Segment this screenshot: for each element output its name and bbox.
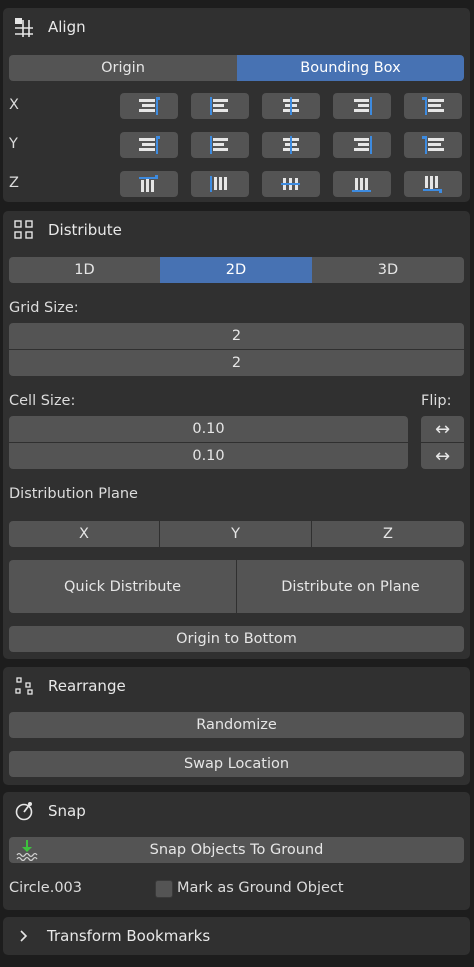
align-z-min-icon: [139, 175, 158, 192]
cell-size-x-field[interactable]: 0.10: [9, 416, 408, 442]
align-y-center-icon: [283, 136, 299, 154]
align-z-center-button[interactable]: [262, 171, 320, 197]
align-y-min-button[interactable]: [120, 132, 178, 158]
randomize-button[interactable]: Randomize: [9, 712, 464, 738]
chevron-right-icon: [13, 925, 35, 947]
align-y-min-icon: [139, 136, 160, 154]
grid-size-y-field[interactable]: 2: [9, 350, 464, 376]
align-x-right-icon: [354, 97, 372, 115]
tab-3d[interactable]: 3D: [312, 257, 464, 283]
transform-bookmarks-header[interactable]: Transform Bookmarks: [3, 917, 470, 955]
align-x-max-button[interactable]: [404, 93, 462, 119]
align-x-center-icon: [283, 97, 299, 115]
snap-panel-header[interactable]: Snap: [3, 792, 470, 830]
plane-y-button[interactable]: Y: [160, 521, 311, 547]
bounding-box-tab[interactable]: Bounding Box: [237, 55, 464, 81]
cell-size-y-field[interactable]: 0.10: [9, 443, 408, 469]
align-y-center-button[interactable]: [262, 132, 320, 158]
align-x-min-button[interactable]: [120, 93, 178, 119]
align-panel-header[interactable]: Align: [3, 8, 470, 46]
axis-label-x: X: [9, 97, 19, 113]
tab-2d[interactable]: 2D: [160, 257, 312, 283]
align-x-min-icon: [139, 97, 160, 115]
grid-size-label: Grid Size:: [9, 300, 79, 316]
axis-label-z: Z: [9, 175, 19, 191]
distribute-panel: Distribute 1D 2D 3D Grid Size: 2 2 Cell …: [3, 211, 470, 659]
snap-panel: Snap Snap Objects To Ground Circle.003 M…: [3, 792, 470, 910]
plane-z-button[interactable]: Z: [312, 521, 464, 547]
distribute-panel-header[interactable]: Distribute: [3, 211, 470, 249]
tab-1d[interactable]: 1D: [9, 257, 160, 283]
align-x-center-button[interactable]: [262, 93, 320, 119]
align-x-left-button[interactable]: [191, 93, 249, 119]
align-y-right-icon: [354, 136, 372, 154]
align-y-max-icon: [422, 136, 444, 154]
align-z-low-button[interactable]: [191, 171, 249, 197]
snap-objects-to-ground-label: Snap Objects To Ground: [149, 842, 324, 858]
flip-x-button[interactable]: ↔: [421, 416, 464, 442]
align-y-left-icon: [210, 136, 228, 154]
snap-magnet-icon: [13, 800, 35, 822]
align-x-max-icon: [422, 97, 444, 115]
mark-ground-label[interactable]: Mark as Ground Object: [177, 880, 344, 896]
flip-label: Flip:: [421, 393, 452, 409]
flip-y-button[interactable]: ↔: [421, 443, 464, 469]
align-y-max-button[interactable]: [404, 132, 462, 158]
align-y-right-button[interactable]: [333, 132, 391, 158]
align-panel: Align Origin Bounding Box X Y Z: [3, 8, 470, 202]
align-z-center-icon: [281, 178, 300, 190]
align-z-min-button[interactable]: [120, 171, 178, 197]
align-x-left-icon: [210, 97, 228, 115]
panel-title: Transform Bookmarks: [47, 927, 211, 945]
align-z-max-icon: [423, 176, 442, 193]
swap-location-button[interactable]: Swap Location: [9, 751, 464, 777]
quick-distribute-button[interactable]: Quick Distribute: [9, 560, 236, 613]
panel-title: Snap: [48, 802, 86, 820]
align-grid-icon: [13, 16, 35, 38]
cell-size-label: Cell Size:: [9, 393, 76, 409]
align-y-left-button[interactable]: [191, 132, 249, 158]
align-x-right-button[interactable]: [333, 93, 391, 119]
rearrange-panel-header[interactable]: Rearrange: [3, 667, 470, 705]
align-z-max-button[interactable]: [404, 171, 462, 197]
mark-ground-checkbox[interactable]: [155, 880, 173, 898]
origin-tab[interactable]: Origin: [9, 55, 237, 81]
ground-arrow-icon: [15, 839, 39, 865]
panel-title: Rearrange: [48, 677, 126, 695]
scatter-dots-icon: [13, 675, 35, 697]
transform-bookmarks-panel[interactable]: Transform Bookmarks: [3, 917, 470, 955]
axis-label-y: Y: [9, 136, 18, 152]
plane-x-button[interactable]: X: [9, 521, 159, 547]
panel-title: Distribute: [48, 221, 122, 239]
align-z-low-icon: [210, 176, 227, 192]
align-z-high-button[interactable]: [333, 171, 391, 197]
object-name: Circle.003: [9, 880, 83, 896]
rearrange-panel: Rearrange Randomize Swap Location: [3, 667, 470, 785]
grid-size-x-field[interactable]: 2: [9, 323, 464, 349]
distribution-plane-label: Distribution Plane: [9, 486, 138, 502]
panel-title: Align: [48, 18, 86, 36]
snap-objects-to-ground-button[interactable]: Snap Objects To Ground: [9, 837, 464, 863]
align-z-high-icon: [352, 178, 371, 192]
grid-squares-icon: [13, 219, 35, 241]
distribute-on-plane-button[interactable]: Distribute on Plane: [237, 560, 464, 613]
origin-to-bottom-button[interactable]: Origin to Bottom: [9, 626, 464, 652]
